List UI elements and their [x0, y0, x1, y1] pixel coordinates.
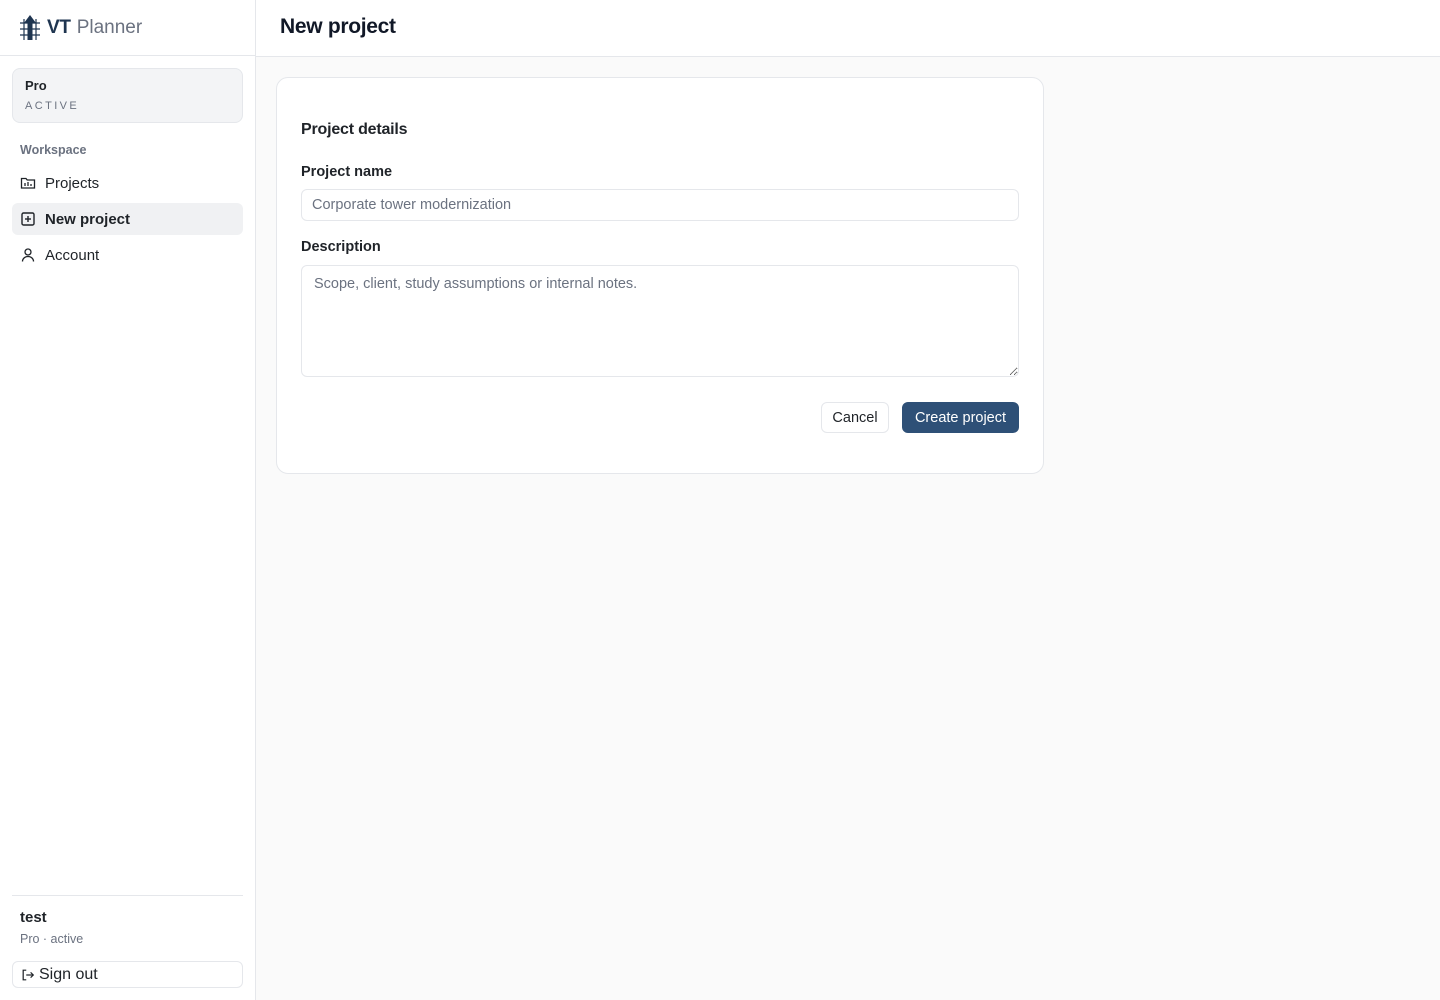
sidebar: VT Planner Pro ACTIVE Workspace Projects…	[0, 0, 256, 1000]
sidebar-item-label: New project	[45, 210, 131, 228]
card-title: Project details	[301, 121, 408, 138]
project-details-card: Project details Project name Description…	[276, 77, 1044, 474]
plan-card: Pro ACTIVE	[12, 68, 243, 123]
plan-status-badge: ACTIVE	[25, 100, 80, 112]
page-title: New project	[280, 15, 396, 38]
plus-square-icon	[20, 211, 36, 227]
user-name: test	[20, 909, 47, 926]
folder-icon	[20, 175, 36, 191]
nav-section-title: Workspace	[20, 143, 87, 157]
page-header: New project	[256, 0, 1440, 57]
brand-name-light: Planner	[76, 16, 143, 38]
brand-name-bold: VT	[47, 16, 71, 38]
sidebar-item-label: Projects	[45, 174, 100, 192]
create-project-button[interactable]: Create project	[902, 402, 1019, 433]
description-textarea[interactable]	[301, 265, 1019, 377]
description-label: Description	[301, 239, 381, 255]
brand-logo-link[interactable]: VT Planner	[0, 0, 255, 56]
project-name-label: Project name	[301, 164, 393, 180]
user-plan-status: Pro · active	[20, 932, 84, 946]
sidebar-item-label: Account	[45, 246, 100, 264]
plan-name: Pro	[25, 78, 47, 93]
project-name-input[interactable]	[301, 189, 1019, 221]
user-icon	[20, 247, 36, 263]
sign-out-button[interactable]: Sign out	[12, 961, 243, 988]
sign-out-icon	[22, 969, 35, 980]
sidebar-divider	[12, 895, 243, 896]
vt-planner-logo-icon	[20, 14, 40, 40]
sidebar-item-new-project[interactable]: New project	[12, 203, 243, 235]
sidebar-item-account[interactable]: Account	[12, 239, 243, 271]
sidebar-item-projects[interactable]: Projects	[12, 167, 243, 199]
cancel-button[interactable]: Cancel	[821, 402, 889, 433]
sign-out-label: Sign out	[39, 965, 98, 983]
